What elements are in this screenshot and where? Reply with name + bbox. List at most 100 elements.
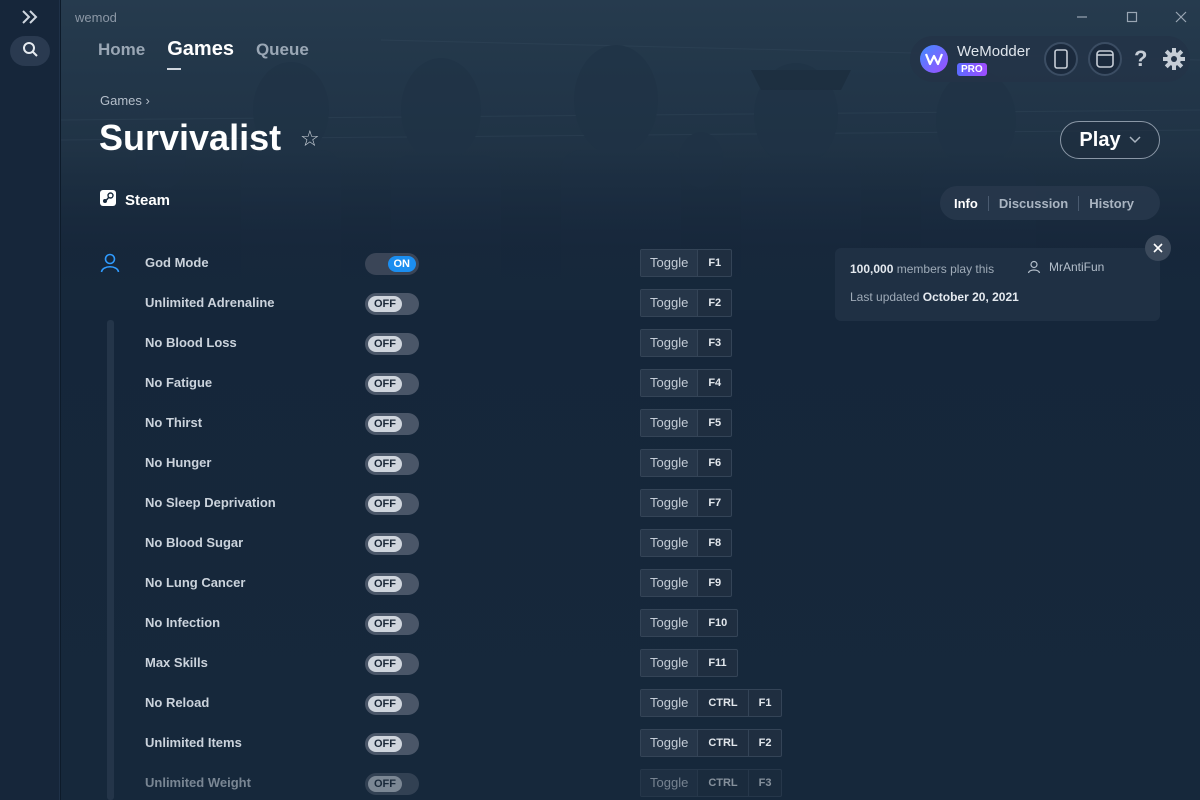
hotkey-key: F11 bbox=[697, 650, 736, 676]
toggle-state-label: OFF bbox=[368, 336, 402, 352]
mobile-app-button[interactable] bbox=[1044, 42, 1078, 76]
tab-history[interactable]: History bbox=[1078, 195, 1144, 211]
close-info-button[interactable] bbox=[1145, 235, 1171, 261]
hotkey-box[interactable]: Toggle F9 bbox=[640, 569, 733, 597]
cheat-row: Max Skills OFF Toggle F11 bbox=[145, 644, 825, 684]
cheat-row: No Lung Cancer OFF Toggle F9 bbox=[145, 564, 825, 604]
search-button[interactable] bbox=[10, 36, 50, 66]
info-tabs: Info Discussion History bbox=[940, 186, 1160, 220]
hotkey-key: F3 bbox=[747, 770, 782, 796]
hotkey-box[interactable]: Toggle CTRL F3 bbox=[640, 769, 783, 797]
cheat-toggle-switch[interactable]: OFF bbox=[365, 373, 419, 395]
hotkey-box[interactable]: Toggle F8 bbox=[640, 529, 733, 557]
nav-home[interactable]: Home bbox=[98, 40, 145, 60]
cheat-name: Unlimited Weight bbox=[145, 775, 251, 790]
cheat-name: Max Skills bbox=[145, 655, 208, 670]
hotkey-box[interactable]: Toggle CTRL F2 bbox=[640, 729, 783, 757]
cheat-toggle-switch[interactable]: OFF bbox=[365, 693, 419, 715]
account-bar: WeModder PRO ? bbox=[910, 36, 1190, 82]
toggle-state-label: OFF bbox=[368, 696, 402, 712]
play-label: Play bbox=[1079, 128, 1121, 151]
nav-games[interactable]: Games bbox=[167, 38, 234, 70]
overlay-button[interactable] bbox=[1088, 42, 1122, 76]
toggle-state-label: OFF bbox=[368, 576, 402, 592]
cheat-row: No Infection OFF Toggle F10 bbox=[145, 604, 825, 644]
tab-discussion[interactable]: Discussion bbox=[987, 195, 1078, 211]
cheat-toggle-switch[interactable]: OFF bbox=[365, 613, 419, 635]
account-username[interactable]: WeModder bbox=[957, 43, 1030, 60]
cheat-toggle-switch[interactable]: OFF bbox=[365, 653, 419, 675]
hotkey-key: CTRL bbox=[697, 690, 747, 716]
tab-info[interactable]: Info bbox=[954, 196, 988, 211]
maximize-icon bbox=[1126, 11, 1138, 23]
hotkey-key: F2 bbox=[697, 290, 731, 316]
hotkey-box[interactable]: Toggle F10 bbox=[640, 609, 739, 637]
cheat-toggle-switch[interactable]: OFF bbox=[365, 493, 419, 515]
author-name[interactable]: MrAntiFun bbox=[1049, 260, 1104, 274]
play-button[interactable]: Play bbox=[1060, 121, 1160, 159]
cheat-toggle-switch[interactable]: OFF bbox=[365, 413, 419, 435]
expand-sidebar-icon[interactable] bbox=[19, 8, 41, 26]
hotkey-key: F6 bbox=[697, 450, 731, 476]
cheat-toggle-switch[interactable]: OFF bbox=[365, 333, 419, 355]
help-icon[interactable]: ? bbox=[1134, 46, 1147, 72]
favorite-star-icon[interactable]: ☆ bbox=[300, 126, 320, 152]
app-title: wemod bbox=[75, 10, 117, 25]
hotkey-action-label: Toggle bbox=[641, 650, 698, 676]
nav-queue[interactable]: Queue bbox=[256, 40, 309, 60]
wemod-logo-icon[interactable] bbox=[920, 45, 948, 73]
cheat-toggle-switch[interactable]: OFF bbox=[365, 453, 419, 475]
toggle-state-label: OFF bbox=[368, 776, 402, 792]
trainer-author[interactable]: MrAntiFun bbox=[1027, 260, 1104, 274]
steam-icon bbox=[100, 190, 116, 211]
hotkey-action-label: Toggle bbox=[641, 730, 698, 756]
hotkey-box[interactable]: Toggle F1 bbox=[640, 249, 733, 277]
hotkey-box[interactable]: Toggle F11 bbox=[640, 649, 738, 677]
cheat-row: No Thirst OFF Toggle F5 bbox=[145, 404, 825, 444]
main-panel: wemod Home Games Queue WeModder PRO ? Ga… bbox=[61, 0, 1200, 800]
cheat-toggle-switch[interactable]: OFF bbox=[365, 773, 419, 795]
overlay-window-icon bbox=[1096, 50, 1114, 68]
breadcrumb: Games › bbox=[100, 93, 150, 108]
toggle-state-label: OFF bbox=[368, 456, 402, 472]
hotkey-key: F4 bbox=[697, 370, 731, 396]
hotkey-box[interactable]: Toggle F5 bbox=[640, 409, 733, 437]
chevron-down-icon bbox=[1129, 136, 1141, 144]
toggle-state-label: ON bbox=[387, 256, 416, 272]
hotkey-box[interactable]: Toggle F2 bbox=[640, 289, 733, 317]
cheat-toggle-switch[interactable]: OFF bbox=[365, 293, 419, 315]
minimize-button[interactable] bbox=[1072, 8, 1092, 28]
hotkey-action-label: Toggle bbox=[641, 290, 698, 316]
cheat-row: No Fatigue OFF Toggle F4 bbox=[145, 364, 825, 404]
category-scroll-track[interactable] bbox=[107, 320, 114, 800]
hotkey-key: F3 bbox=[697, 330, 731, 356]
platform-indicator: Steam bbox=[100, 190, 170, 211]
hotkey-box[interactable]: Toggle F6 bbox=[640, 449, 733, 477]
hotkey-box[interactable]: Toggle CTRL F1 bbox=[640, 689, 783, 717]
close-window-button[interactable] bbox=[1171, 8, 1191, 28]
cheat-row: Unlimited Adrenaline OFF Toggle F2 bbox=[145, 284, 825, 324]
left-rail bbox=[0, 0, 60, 800]
cheat-name: No Blood Sugar bbox=[145, 535, 244, 550]
cheat-name: God Mode bbox=[145, 255, 209, 270]
cheat-name: No Thirst bbox=[145, 415, 203, 430]
cheat-toggle-switch[interactable]: OFF bbox=[365, 573, 419, 595]
toggle-state-label: OFF bbox=[368, 656, 402, 672]
member-count: 100,000 bbox=[850, 262, 894, 276]
hotkey-action-label: Toggle bbox=[641, 250, 698, 276]
hotkey-action-label: Toggle bbox=[641, 570, 698, 596]
cheat-toggle-switch[interactable]: OFF bbox=[365, 533, 419, 555]
settings-gear-icon[interactable] bbox=[1162, 47, 1186, 71]
hotkey-key: F2 bbox=[747, 730, 782, 756]
cheat-name: No Lung Cancer bbox=[145, 575, 246, 590]
breadcrumb-games-link[interactable]: Games bbox=[100, 93, 142, 108]
maximize-button[interactable] bbox=[1122, 8, 1142, 28]
cheat-toggle-switch[interactable]: ON bbox=[365, 253, 419, 275]
hotkey-box[interactable]: Toggle F4 bbox=[640, 369, 733, 397]
cheat-name: No Reload bbox=[145, 695, 210, 710]
cheat-toggle-switch[interactable]: OFF bbox=[365, 733, 419, 755]
hotkey-key: F8 bbox=[697, 530, 731, 556]
hotkey-box[interactable]: Toggle F7 bbox=[640, 489, 733, 517]
hotkey-box[interactable]: Toggle F3 bbox=[640, 329, 733, 357]
hotkey-key: F7 bbox=[697, 490, 731, 516]
